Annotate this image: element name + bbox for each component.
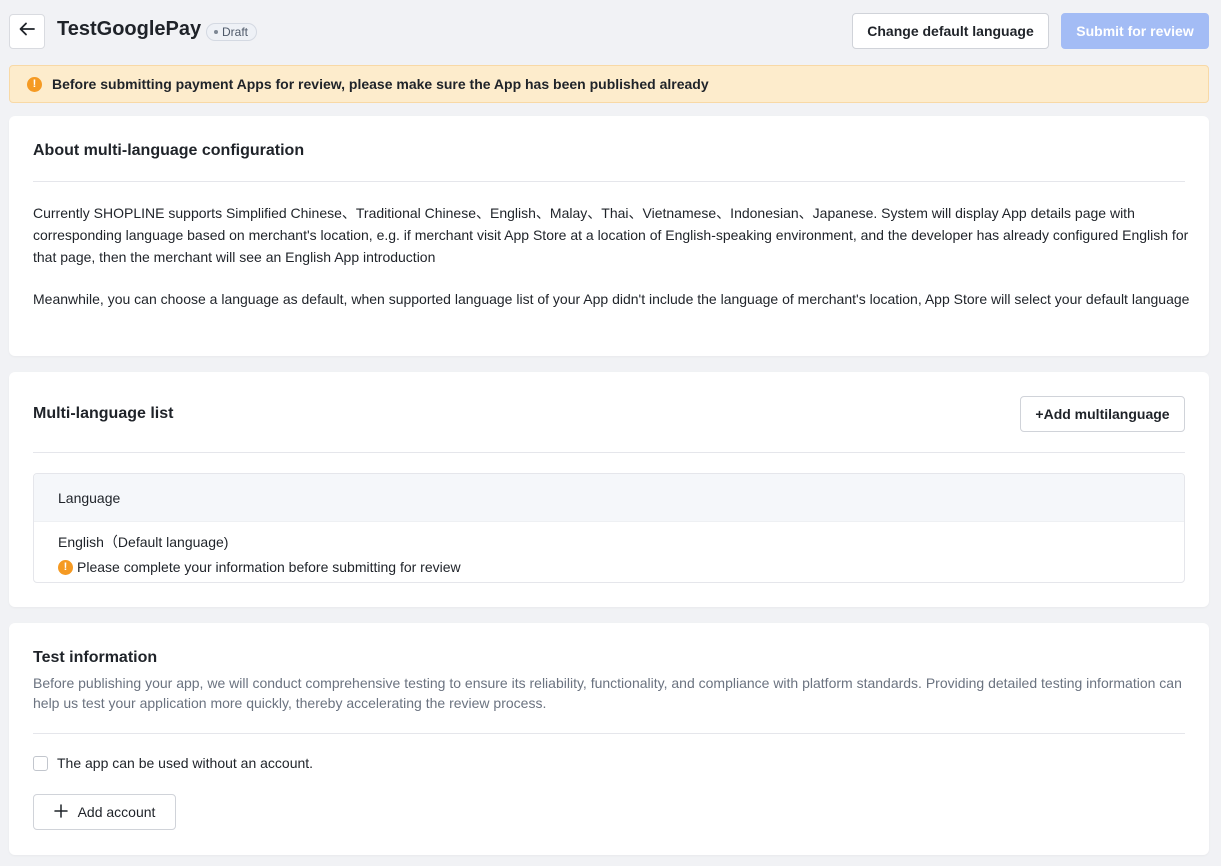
multilanguage-card-title: Multi-language list xyxy=(33,405,174,422)
about-paragraph-2: Meanwhile, you can choose a language as … xyxy=(33,291,1190,307)
status-label: Draft xyxy=(222,25,249,39)
add-multilanguage-button[interactable]: +Add multilanguage xyxy=(1020,396,1185,432)
arrow-left-icon xyxy=(18,20,36,43)
test-information-card: Test information Before publishing your … xyxy=(9,623,1209,855)
add-account-label: Add account xyxy=(77,804,156,820)
multilanguage-list-card: Multi-language list +Add multilanguage L… xyxy=(9,372,1209,607)
column-header-language: Language xyxy=(58,489,121,506)
divider xyxy=(33,733,1185,734)
divider xyxy=(33,181,1185,182)
alert-text: Before submitting payment Apps for revie… xyxy=(52,76,709,92)
plus-icon xyxy=(53,803,68,821)
exclamation-circle-icon: ! xyxy=(27,76,42,92)
status-badge: Draft xyxy=(206,23,258,41)
warning-alert: ! Before submitting payment Apps for rev… xyxy=(9,65,1209,103)
about-paragraph-1: Currently SHOPLINE supports Simplified C… xyxy=(33,205,1189,265)
back-button[interactable] xyxy=(9,14,45,49)
language-table: Language English（Default language) ! Ple… xyxy=(33,473,1185,583)
test-info-description: Before publishing your app, we will cond… xyxy=(33,675,1182,711)
exclamation-circle-icon: ! xyxy=(58,559,73,575)
change-default-language-button[interactable]: Change default language xyxy=(852,13,1049,49)
divider xyxy=(33,452,1185,453)
language-name: English（Default language) xyxy=(58,534,229,550)
page-title: TestGooglePay xyxy=(57,18,202,40)
no-account-checkbox[interactable] xyxy=(33,755,48,771)
row-warning-text: Please complete your information before … xyxy=(77,559,461,575)
status-dot xyxy=(214,30,218,34)
no-account-checkbox-label[interactable]: The app can be used without an account. xyxy=(57,755,313,771)
submit-for-review-button[interactable]: Submit for review xyxy=(1061,13,1209,49)
page-header: TestGooglePay Draft Change default langu… xyxy=(0,0,1221,62)
about-multilanguage-card: About multi-language configuration Curre… xyxy=(9,116,1209,356)
table-row: English（Default language) ! Please compl… xyxy=(34,522,1184,582)
row-warning: ! Please complete your information befor… xyxy=(58,559,1184,575)
table-header: Language xyxy=(34,474,1184,522)
add-account-button[interactable]: Add account xyxy=(33,794,176,830)
about-card-title: About multi-language configuration xyxy=(33,142,305,159)
test-info-title: Test information xyxy=(33,649,158,666)
no-account-option: The app can be used without an account. xyxy=(33,755,313,771)
